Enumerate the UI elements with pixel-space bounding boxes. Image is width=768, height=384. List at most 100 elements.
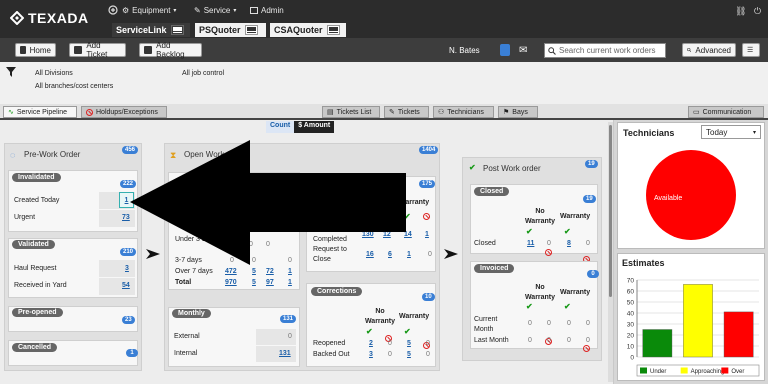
app-psquoter[interactable]: PSQuoter xyxy=(195,23,266,37)
tab-technicians[interactable]: ⚇ Technicians xyxy=(433,106,494,118)
tab-communication[interactable]: ▭ Communication xyxy=(688,106,764,118)
home-label: Home xyxy=(29,45,51,55)
tab-service-pipeline[interactable]: ∿ Service Pipeline xyxy=(3,106,77,118)
division-filter[interactable]: All Divisions xyxy=(35,70,73,77)
aging-total-v2[interactable]: 5 xyxy=(252,279,256,286)
link-icon[interactable]: ⛓ xyxy=(735,6,746,17)
y-tick-label: 10 xyxy=(627,344,635,351)
check-icon: ✔ xyxy=(404,327,411,336)
received-label: Received in Yard xyxy=(14,282,67,289)
bays-icon: ⚑ xyxy=(503,109,510,116)
add-ticket-button[interactable]: Add Ticket xyxy=(69,41,126,59)
external-value: 0 xyxy=(288,333,292,340)
check-icon: ✔ xyxy=(366,327,373,336)
branch-filter[interactable]: All branches/cost centers xyxy=(35,83,113,90)
reopened-label: Reopened xyxy=(313,340,346,347)
service-menu[interactable]: ✎ Service ▾ xyxy=(194,6,236,15)
corrections-warranty-header: Warranty xyxy=(399,313,430,320)
add-icon[interactable] xyxy=(108,5,118,15)
y-tick-label: 0 xyxy=(630,355,634,362)
backed-v3[interactable]: 5 xyxy=(407,351,411,358)
tab-holdups[interactable]: Holdups/Exceptions xyxy=(81,106,167,118)
current-v1: 0 xyxy=(528,320,532,327)
technicians-title: Technicians xyxy=(623,128,675,138)
amount-toggle[interactable]: $ Amount xyxy=(294,121,335,133)
admin-menu[interactable]: Admin xyxy=(250,6,284,15)
urgent-link[interactable]: 73 xyxy=(122,214,130,221)
home-icon xyxy=(20,46,26,54)
more-options-button[interactable]: ☰ xyxy=(742,43,760,57)
aging-total-v4[interactable]: 1 xyxy=(288,279,292,286)
check-icon: ✔ xyxy=(564,227,571,236)
app-servicelink[interactable]: ServiceLink xyxy=(112,23,190,37)
y-tick-label: 20 xyxy=(627,333,635,340)
received-link[interactable]: 54 xyxy=(122,282,130,289)
notification-icon[interactable] xyxy=(500,44,510,56)
menu-icon[interactable] xyxy=(170,25,184,35)
reopened-v2: 0 xyxy=(388,340,392,347)
bar-under xyxy=(642,329,673,358)
app-csaquoter[interactable]: CSAQuoter xyxy=(270,23,346,37)
chevron-down-icon: ▾ xyxy=(233,8,237,14)
app-logo: TEXADA xyxy=(28,10,89,26)
check-icon: ✔ xyxy=(469,163,476,172)
menu-icon[interactable] xyxy=(326,25,340,35)
technicians-range-value: Today xyxy=(706,127,728,137)
y-tick-label: 50 xyxy=(627,300,635,307)
menu-icon[interactable] xyxy=(244,25,258,35)
closed-v1[interactable]: 11 xyxy=(527,240,534,247)
technicians-range-select[interactable]: Today ▾ xyxy=(701,125,761,139)
count-amount-toggle[interactable]: Count $ Amount xyxy=(266,121,335,133)
equipment-menu[interactable]: ⚙ Equipment ▾ xyxy=(122,6,176,15)
post-work-order-badge: 19 xyxy=(585,160,598,168)
job-control-filter[interactable]: All job control xyxy=(182,70,224,77)
pre-work-order-title: Pre-Work Order xyxy=(24,150,81,159)
backed-v2: 0 xyxy=(388,351,392,358)
aging-total-v3[interactable]: 97 xyxy=(266,279,274,286)
closed-v2: 0 xyxy=(547,240,551,247)
scrollbar-thumb[interactable] xyxy=(609,125,612,297)
logout-icon[interactable]: ⏻ xyxy=(754,6,761,17)
haul-request-link[interactable]: 3 xyxy=(125,265,129,272)
completed-v7[interactable]: 1 xyxy=(407,251,411,258)
tab-tickets-list[interactable]: ▤ Tickets List xyxy=(322,106,380,118)
reopened-v1[interactable]: 2 xyxy=(369,340,373,347)
backed-v1[interactable]: 3 xyxy=(369,351,373,358)
tab-bays[interactable]: ⚑ Bays xyxy=(498,106,538,118)
urgent-label: Urgent xyxy=(14,214,36,221)
cancelled-header: Cancelled xyxy=(12,343,58,352)
dashed-circle-icon: ◌ xyxy=(10,150,16,160)
invoiced-header: Invoiced xyxy=(474,264,515,273)
closed-badge: 19 xyxy=(583,195,596,203)
last-v3: 0 xyxy=(567,337,571,344)
tab-tickets[interactable]: ✎ Tickets xyxy=(384,106,429,118)
search-input[interactable]: Search current work orders xyxy=(544,43,666,58)
aging-total-v1[interactable]: 970 xyxy=(225,279,237,286)
pre-opened-badge: 23 xyxy=(122,316,135,324)
add-backlog-button[interactable]: Add Backlog xyxy=(139,41,202,59)
completed-v4[interactable]: 1 xyxy=(425,231,429,238)
chat-icon[interactable]: ✉ xyxy=(519,45,527,56)
closed-v3[interactable]: 8 xyxy=(567,240,571,247)
no-entry-icon xyxy=(86,108,93,116)
bar-over xyxy=(723,311,754,358)
no-entry-icon xyxy=(423,213,430,220)
count-toggle[interactable]: Count xyxy=(266,121,295,133)
tab-tickets-label: Tickets xyxy=(397,108,420,116)
reopened-v3[interactable]: 5 xyxy=(407,340,411,347)
texada-logo-icon xyxy=(10,11,24,25)
user-name[interactable]: N. Bates xyxy=(449,46,480,55)
home-button[interactable]: Home xyxy=(15,43,56,57)
no-entry-icon xyxy=(583,345,590,352)
internal-link[interactable]: 131 xyxy=(279,350,291,357)
search-icon xyxy=(548,46,556,55)
legend-label: Over xyxy=(731,369,744,375)
corrections-header: Corrections xyxy=(311,287,363,296)
admin-icon xyxy=(250,7,258,14)
last-v1: 0 xyxy=(528,337,532,344)
tab-technicians-label: Technicians xyxy=(447,108,484,116)
validated-header: Validated xyxy=(12,240,55,249)
advanced-search-button[interactable]: Advanced xyxy=(682,43,736,57)
filter-icon[interactable] xyxy=(6,67,16,77)
backed-v4: 0 xyxy=(426,351,430,358)
